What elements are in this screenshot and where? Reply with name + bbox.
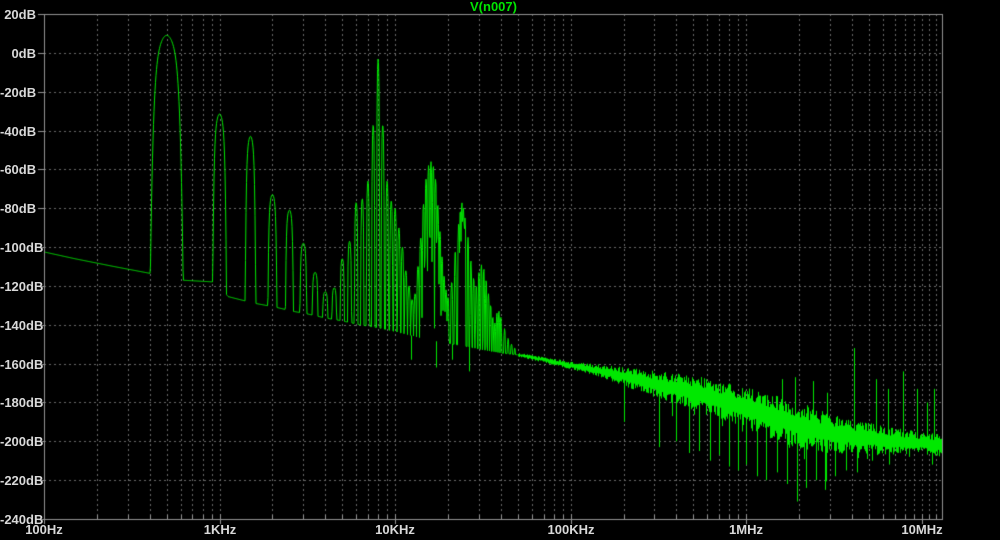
y-axis-tick-label: -200dB bbox=[0, 434, 36, 449]
x-axis-tick-label: 1MHz bbox=[701, 522, 791, 537]
ltspice-fft-plot-window: V(n007) 20dB 0dB -20dB -40dB -60dB -80dB -100d… bbox=[0, 0, 1000, 540]
y-axis-tick-label: -80dB bbox=[0, 201, 36, 216]
x-axis-tick-label: 1KHz bbox=[175, 522, 265, 537]
y-axis-tick-label: -20dB bbox=[0, 85, 36, 100]
x-axis-tick-label: 10KHz bbox=[350, 522, 440, 537]
trace-label[interactable]: V(n007) bbox=[44, 0, 943, 14]
y-axis-tick-label: -160dB bbox=[0, 357, 36, 372]
y-axis-tick-label: -220dB bbox=[0, 473, 36, 488]
y-axis-tick-label: 20dB bbox=[0, 7, 36, 22]
y-axis-tick-label: -140dB bbox=[0, 318, 36, 333]
x-axis-tick-label: 100Hz bbox=[0, 522, 89, 537]
fft-plot-canvas[interactable] bbox=[0, 0, 1000, 540]
y-axis-tick-label: -120dB bbox=[0, 279, 36, 294]
x-axis-tick-label: 100KHz bbox=[526, 522, 616, 537]
x-axis-tick-label: 10MHz bbox=[877, 522, 967, 537]
y-axis-tick-label: 0dB bbox=[0, 46, 36, 61]
y-axis-tick-label: -40dB bbox=[0, 124, 36, 139]
y-axis-tick-label: -180dB bbox=[0, 395, 36, 410]
y-axis-tick-label: -60dB bbox=[0, 162, 36, 177]
y-axis-tick-label: -100dB bbox=[0, 240, 36, 255]
